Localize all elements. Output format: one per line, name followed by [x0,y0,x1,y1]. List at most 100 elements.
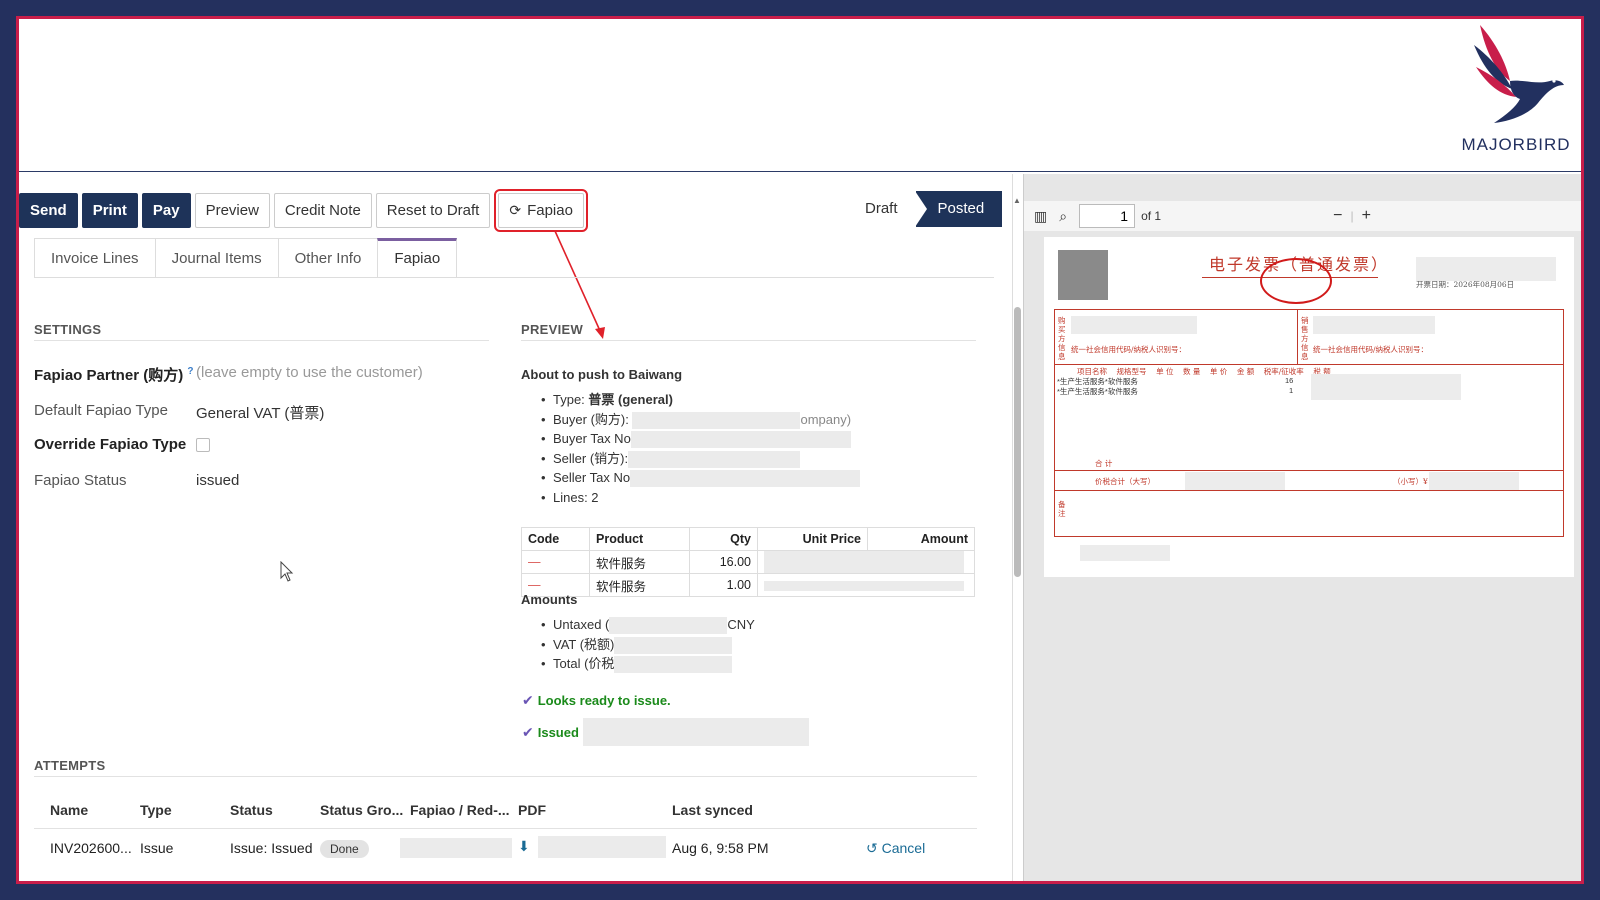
odoo-app: Send Print Pay Preview Credit Note Reset… [19,174,1581,881]
status-draft[interactable]: Draft [847,191,916,227]
pdf-page: 电子发票（普通发票） 开票日期：2026年08月06日 购买方信息 销售方信息 … [1044,237,1574,577]
seller-side-label: 销售方信息 [1301,316,1309,361]
att-type: Issue [140,840,174,856]
mouse-cursor-icon [280,561,294,582]
att-col-fapiao[interactable]: Fapiao / Red-... [410,802,510,818]
row-product: 软件服务 [589,550,690,574]
invoice-body: 购买方信息 销售方信息 统一社会信用代码/纳税人识别号： 统一社会信用代码/纳税… [1054,309,1564,537]
tab-journal-items[interactable]: Journal Items [154,238,279,277]
help-icon[interactable]: ? [187,366,193,377]
check-icon: ✔ [522,723,534,740]
preview-lines: Lines: 2 [541,488,981,508]
preview-buyer-label: Buyer (购方): [553,411,629,427]
amount-vat: VAT (税额) [541,635,981,655]
col-code: Code [521,527,590,551]
brand-name: MAJORBIRD [1461,135,1571,154]
col-qty: Qty [689,527,758,551]
amount-vat-label: VAT (税额) [553,636,615,652]
redacted-block [582,718,809,746]
col-unit-price: Unit Price [757,527,868,551]
default-type-field: Default Fapiao Type General VAT (普票) [34,402,324,423]
tab-fapiao[interactable]: Fapiao [377,238,458,277]
search-icon[interactable]: ⌕ [1059,208,1067,225]
preview-button[interactable]: Preview [194,192,270,228]
col-product: Product [589,527,690,551]
att-col-type[interactable]: Type [140,802,172,818]
redacted-block [538,836,666,858]
screenshot-frame: MAJORBIRD Send Print Pay Preview Credit … [16,16,1584,884]
tax-stamp [1260,258,1332,304]
fapiao-button-label: Fapiao [527,201,573,219]
amount-untaxed-tail: CNY [727,617,755,632]
redacted-block [628,450,801,468]
preview-heading: About to push to Baiwang [521,367,683,382]
att-col-pdf[interactable]: PDF [518,802,546,818]
preview-seller-tax: Seller Tax No [541,468,981,488]
pay-button[interactable]: Pay [141,192,191,228]
att-col-last-synced[interactable]: Last synced [672,802,753,818]
send-button[interactable]: Send [19,192,78,228]
sidebar-toggle-icon[interactable]: ▥ [1034,208,1047,225]
preview-seller-tax-label: Seller Tax No [553,470,631,486]
undo-icon: ↺ [866,840,878,856]
credit-note-button[interactable]: Credit Note [273,192,372,228]
zoom-out-icon[interactable]: − [1333,207,1342,225]
redacted-block [764,551,964,573]
attempts-divider [34,776,977,777]
att-col-name[interactable]: Name [50,802,88,818]
buyer-tax-id-label: 统一社会信用代码/纳税人识别号： [1071,345,1187,354]
pdf-toolbar: ▥ ⌕ of 1 − | + [1024,201,1581,231]
preview-divider [521,340,976,341]
invoice-form: Send Print Pay Preview Credit Note Reset… [19,174,1013,881]
override-type-label: Override Fapiao Type [34,436,187,453]
fapiao-status-value: issued [196,472,240,489]
redacted-block [764,580,964,591]
fapiao-status-field: Fapiao Status issued [34,472,239,489]
tab-other-info[interactable]: Other Info [277,238,379,277]
fapiao-partner-input[interactable]: (leave empty to use the customer) [196,364,423,385]
preview-lines-table: Code Product Qty Unit Price Amount — 软件服… [521,527,975,597]
amount-total: Total (价税 [541,654,981,674]
preview-seller-label: Seller (销方): [553,450,629,466]
pdf-viewer: ▥ ⌕ of 1 − | + 电子发票（普通发票） 开票日期：2026年08月0… [1023,174,1581,881]
redacted-block [614,656,733,674]
cancel-label: Cancel [881,840,926,856]
zoom-in-icon[interactable]: + [1362,207,1371,225]
redacted-block [1080,545,1170,561]
invoice-item-2: *生产生活服务*软件服务 [1057,387,1138,396]
seller-tax-id-label: 统一社会信用代码/纳税人识别号： [1313,345,1429,354]
qr-code [1058,250,1108,300]
amounts-panel: Amounts Untaxed (CNY VAT (税额) Total (价税 [521,592,981,674]
default-type-label: Default Fapiao Type [34,402,168,419]
download-icon[interactable]: ⬇ [518,838,530,855]
status-badge: Done [320,840,369,858]
override-type-checkbox[interactable] [196,438,210,452]
scroll-up-icon[interactable]: ▲ [1013,196,1021,205]
amount-untaxed: Untaxed (CNY [541,615,981,635]
fapiao-button[interactable]: ⟳ Fapiao [494,188,588,232]
preview-buyer: Buyer (购方): ompany) [541,410,981,430]
status-posted[interactable]: Posted [914,191,1003,227]
settings-divider [34,340,489,341]
preview-seller: Seller (销方): [541,449,981,469]
preview-list: Type: 普票 (general) Buyer (购方): ompany) B… [541,390,981,508]
print-button[interactable]: Print [81,192,138,228]
table-row: — 软件服务 16.00 [521,550,975,574]
amounts-heading: Amounts [521,592,578,607]
att-col-status-group[interactable]: Status Gro... [320,802,403,818]
form-scrollbar[interactable]: ▲ [1013,196,1023,881]
tab-invoice-lines[interactable]: Invoice Lines [34,238,156,277]
att-name[interactable]: INV202600... [50,840,132,856]
cancel-button[interactable]: ↺ Cancel [866,840,925,857]
fapiao-partner-label: Fapiao Partner (购方) [34,367,184,384]
invoice-qty-1: 16 [1285,376,1294,385]
att-col-status[interactable]: Status [230,802,273,818]
fapiao-partner-field: Fapiao Partner (购方) ? (leave empty to us… [34,364,423,385]
remarks-label: 备注 [1058,500,1066,518]
issued-message-text: Issued [537,724,579,740]
preview-title: PREVIEW [521,322,584,337]
buyer-side-label: 购买方信息 [1058,316,1066,361]
scroll-thumb[interactable] [1014,307,1021,577]
page-number-input[interactable] [1079,204,1136,228]
reset-to-draft-button[interactable]: Reset to Draft [375,192,491,228]
